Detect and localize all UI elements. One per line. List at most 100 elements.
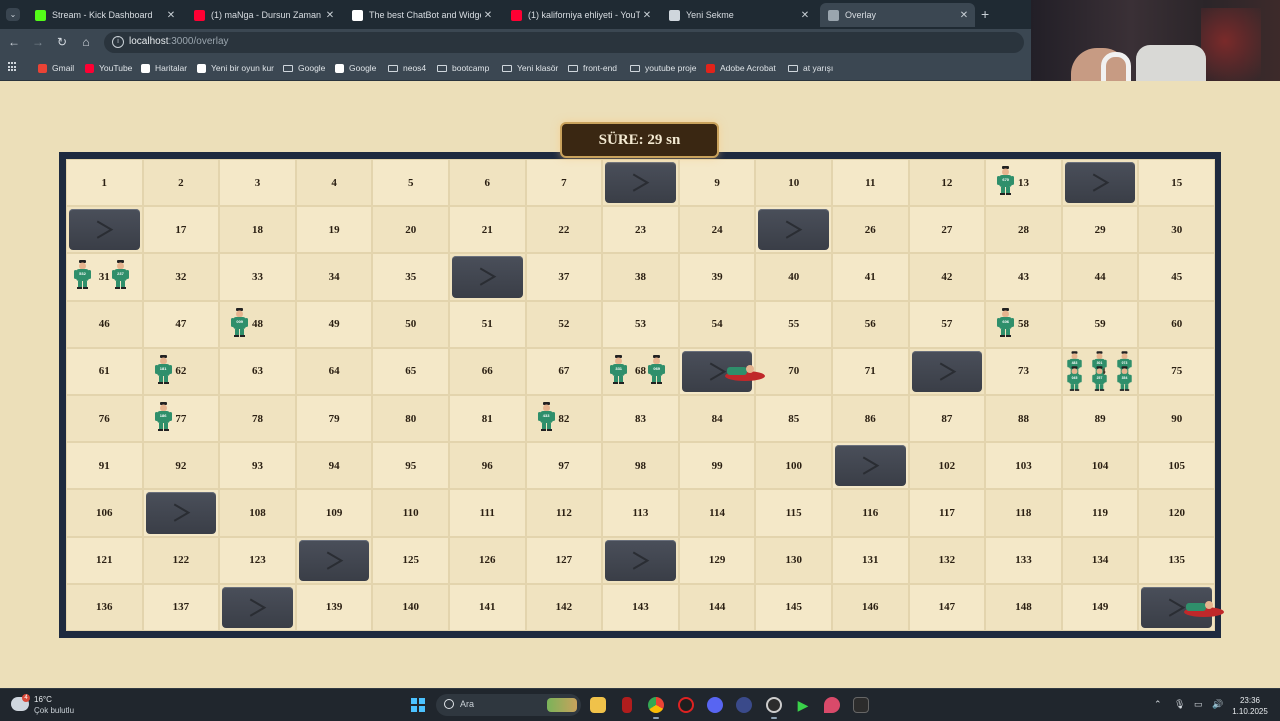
close-tab-icon[interactable]: ✕ (640, 10, 654, 21)
cell-number: 40 (788, 270, 800, 283)
youtube-icon (194, 9, 205, 21)
taskbar-search[interactable]: Ara (436, 694, 581, 716)
mic-icon[interactable]: 🎙 (1174, 699, 1185, 710)
home-icon[interactable]: ⌂ (79, 35, 93, 49)
start-button[interactable] (411, 698, 425, 712)
terminal-icon[interactable] (853, 697, 869, 713)
eliminated-player (719, 361, 767, 383)
board-cell-63: 63 (219, 347, 296, 395)
board-cell-8 (602, 159, 679, 207)
tab-search-button[interactable]: ⌄ (6, 8, 20, 21)
board-cell-108: 108 (219, 489, 296, 537)
bookmark-13[interactable]: at yarışı (788, 62, 833, 74)
weather-desc[interactable]: Çok bulutlu (34, 706, 74, 715)
cell-number: 103 (1015, 459, 1032, 472)
board-cell-147: 147 (908, 583, 986, 631)
cell-number: 65 (405, 365, 417, 378)
play-icon[interactable]: ▶ (795, 697, 811, 713)
cell-number: 140 (402, 601, 419, 614)
chrome-icon[interactable] (648, 697, 664, 713)
volume-icon[interactable]: 🔊 (1212, 699, 1223, 710)
clock[interactable]: 23:36 1.10.2025 (1230, 695, 1270, 717)
board-cell-137: 137 (142, 583, 220, 631)
record-app-icon[interactable] (678, 697, 694, 713)
close-tab-icon[interactable]: ✕ (957, 10, 971, 21)
address-bar[interactable]: i localhost:3000/overlay (104, 32, 1024, 53)
cell-number: 102 (938, 459, 956, 472)
close-tab-icon[interactable]: ✕ (323, 10, 337, 21)
board-cell-97: 97 (525, 442, 603, 490)
folder-icon (388, 64, 398, 72)
door-tile (69, 209, 140, 251)
forward-icon[interactable]: → (31, 35, 45, 49)
app-calculator-icon[interactable] (736, 697, 752, 713)
bookmark-12[interactable]: Adobe Acrobat (706, 62, 776, 74)
board-cell-106: 106 (66, 489, 143, 537)
cell-number: 5 (407, 176, 414, 189)
board-cell-73: 73 (985, 347, 1062, 395)
cell-number: 63 (251, 365, 263, 378)
tab-5[interactable]: Yeni Sekme ✕ (661, 3, 816, 27)
tab-title: The best ChatBot and Widgets (369, 10, 481, 20)
cell-number: 137 (172, 601, 190, 614)
cell-number: 119 (1092, 506, 1109, 519)
board-cell-99: 99 (678, 442, 756, 490)
back-icon[interactable]: ← (7, 35, 21, 49)
apps-grid-icon[interactable] (8, 62, 18, 72)
player-figure: 237 (112, 260, 129, 290)
tray-chevron-icon[interactable]: ⌃ (1154, 699, 1162, 710)
bookmark-10[interactable]: front-end (568, 62, 617, 74)
bookmark-4[interactable]: Yeni bir oyun kur (197, 62, 274, 74)
tab-4[interactable]: (1) kaliforniya ehliyeti - YouTube✕ (503, 3, 658, 27)
player-figure: 186 (154, 402, 172, 432)
board-cell-38: 38 (602, 253, 679, 301)
bookmark-8[interactable]: bootcamp (437, 62, 489, 74)
file-explorer-icon[interactable] (590, 697, 606, 713)
site-info-icon[interactable]: i (112, 36, 124, 48)
board-cell-53: 53 (602, 300, 679, 348)
board-cell-76: 76 (66, 395, 143, 443)
network-icon[interactable]: ▭ (1194, 699, 1203, 710)
tab-6[interactable]: Overlay ✕ (820, 3, 975, 27)
bookmark-label: Yeni klasör (517, 63, 559, 73)
reload-icon[interactable]: ↻ (55, 35, 69, 49)
tab-2[interactable]: (1) maNga - Dursun Zaman ✕ (186, 3, 341, 27)
cell-number: 77 (175, 412, 187, 425)
new-tab-button[interactable]: + (981, 6, 989, 22)
bookmark-9[interactable]: Yeni klasör (502, 62, 558, 74)
cell-number: 45 (1171, 270, 1183, 283)
cell-number: 146 (862, 601, 879, 614)
bookmark-1[interactable]: Gmail (38, 62, 74, 74)
tab-3[interactable]: The best ChatBot and Widgets ✕ (344, 3, 499, 27)
cell-number: 7 (561, 176, 567, 189)
close-tab-icon[interactable]: ✕ (798, 10, 812, 21)
door-tile (222, 586, 293, 628)
obs-icon[interactable] (766, 697, 782, 713)
cell-number: 71 (864, 365, 876, 378)
board-cell-133: 133 (985, 536, 1062, 584)
bookmark-2[interactable]: YouTube (85, 62, 132, 74)
tab-1[interactable]: Stream - Kick Dashboard ✕ (27, 3, 182, 27)
bookmark-11[interactable]: youtube proje (630, 62, 697, 74)
cell-number: 116 (862, 506, 879, 519)
weather-temp[interactable]: 16°C (34, 695, 52, 704)
cell-number: 56 (864, 318, 876, 331)
app-red-icon[interactable] (622, 697, 632, 713)
bookmark-3[interactable]: Haritalar (141, 62, 187, 74)
cell-number: 54 (711, 318, 723, 331)
bookmark-6[interactable]: Google (335, 62, 376, 74)
board-cell-42: 42 (908, 253, 986, 301)
address-url[interactable]: localhost:3000/overlay (129, 36, 229, 47)
bookmark-5[interactable]: Google (283, 62, 325, 74)
cell-number: 17 (175, 223, 187, 236)
cell-number: 129 (708, 554, 726, 567)
folder-icon (788, 64, 798, 72)
bookmark-label: Google (349, 63, 377, 73)
close-tab-icon[interactable]: ✕ (481, 10, 495, 21)
discord-icon[interactable] (707, 697, 723, 713)
pin-app-icon[interactable] (824, 697, 840, 713)
bookmark-7[interactable]: neos4 (388, 62, 426, 74)
board-cell-60: 60 (1138, 300, 1215, 348)
diamond-icon (352, 9, 363, 21)
close-tab-icon[interactable]: ✕ (164, 10, 178, 21)
